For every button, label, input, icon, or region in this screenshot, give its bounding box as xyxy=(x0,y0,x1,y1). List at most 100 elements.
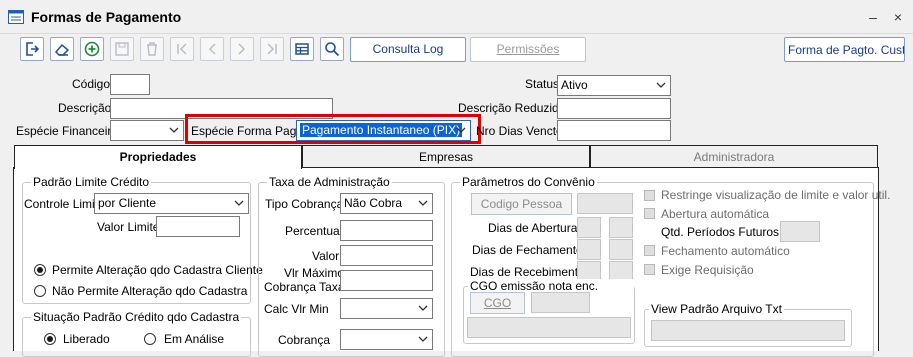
dias-fechamento-field-1 xyxy=(577,239,601,260)
abertura-automatica-checkbox[interactable] xyxy=(644,208,655,219)
abertura-automatica-label: Abertura automática xyxy=(661,207,770,221)
view-padrao-title: View Padrão Arquivo Txt xyxy=(649,302,784,316)
chevron-down-icon xyxy=(418,200,428,206)
cgo-button[interactable]: CGO xyxy=(470,292,525,314)
permite-alteracao-label: Permite Alteração qdo Cadastra Cliente xyxy=(52,263,263,277)
grid-icon xyxy=(295,43,309,55)
tab-administradora[interactable]: Administradora xyxy=(590,145,878,168)
codigo-pessoa-field xyxy=(577,193,633,214)
restringe-label: Restringe visualização de limite e valor… xyxy=(661,188,891,202)
descricao-reduzida-label: Descrição Reduzida xyxy=(458,101,566,115)
tab-propriedades[interactable]: Propriedades xyxy=(14,145,302,169)
valor-label: Valor xyxy=(312,249,340,263)
especie-forma-pagto-select[interactable]: Pagamento Instantaneo (PIX) xyxy=(296,120,471,141)
valor-input[interactable] xyxy=(340,245,433,266)
status-select[interactable]: Ativo xyxy=(557,75,671,96)
exit-icon xyxy=(26,42,40,56)
toolbar: Consulta Log Permissões Forma de Pagto. … xyxy=(13,34,905,66)
save-button[interactable] xyxy=(110,37,134,61)
valor-limite-input[interactable] xyxy=(156,216,240,237)
liberado-label: Liberado xyxy=(63,332,110,346)
delete-button[interactable] xyxy=(140,37,164,61)
cobranca-select[interactable] xyxy=(340,329,433,350)
first-icon xyxy=(177,43,187,55)
title-bar: Formas de Pagamento – × xyxy=(0,0,913,34)
percentual-label: Percentual xyxy=(285,224,343,238)
restringe-checkbox[interactable] xyxy=(644,190,655,201)
tipo-cobranca-value: Não Cobra xyxy=(344,196,403,210)
codigo-input[interactable] xyxy=(110,74,150,95)
previous-record-button[interactable] xyxy=(200,37,224,61)
tab-control: Propriedades Empresas Administradora Pad… xyxy=(13,145,890,357)
grid-view-button[interactable] xyxy=(290,37,314,61)
especie-financeira-label: Espécie Financeira xyxy=(16,124,119,138)
view-padrao-field xyxy=(651,320,845,341)
chevron-down-icon xyxy=(169,127,179,133)
permissoes-button[interactable]: Permissões xyxy=(470,37,586,62)
forma-pagto-custom-button[interactable]: Forma de Pagto. Custom xyxy=(784,37,905,62)
dias-recebimento-label: Dias de Recebimento xyxy=(470,265,585,279)
controle-limite-label: Controle Limite xyxy=(24,197,105,211)
cgo-button-label: CGO xyxy=(483,296,512,310)
minimize-button[interactable]: – xyxy=(862,6,884,28)
especie-forma-pagto-label: Espécie Forma Pagto xyxy=(191,124,307,138)
codigo-label: Código xyxy=(72,77,111,91)
radio-permite-alteracao[interactable] xyxy=(34,264,46,276)
clear-button[interactable] xyxy=(50,37,74,61)
first-record-button[interactable] xyxy=(170,37,194,61)
delete-icon xyxy=(147,42,157,56)
radio-liberado[interactable] xyxy=(44,333,56,345)
exit-button[interactable] xyxy=(20,37,44,61)
calc-vlr-min-select[interactable] xyxy=(340,298,433,319)
radio-nao-permite-alteracao[interactable] xyxy=(34,285,46,297)
qtd-periodos-field xyxy=(780,221,820,242)
window-title: Formas de Pagamento xyxy=(31,9,182,25)
dias-fechamento-field-2 xyxy=(609,239,633,260)
descricao-label: Descrição xyxy=(58,101,112,115)
save-icon xyxy=(115,42,129,56)
tab-empresas[interactable]: Empresas xyxy=(302,145,590,168)
descricao-reduzida-input[interactable] xyxy=(557,98,671,119)
percentual-input[interactable] xyxy=(340,220,433,241)
situacao-title: Situação Padrão Crédito qdo Cadastra xyxy=(31,310,242,324)
cgo-description-field xyxy=(467,317,631,338)
status-label: Status xyxy=(525,77,560,91)
permissoes-label: Permissões xyxy=(496,42,560,56)
vlr-maximo-label-line1: Vlr Máximo xyxy=(284,266,345,280)
especie-forma-pagto-value: Pagamento Instantaneo (PIX) xyxy=(298,122,464,138)
controle-limite-value: por Cliente xyxy=(98,196,157,210)
add-button[interactable] xyxy=(80,37,104,61)
dias-abertura-field-2 xyxy=(609,217,633,238)
chevron-down-icon xyxy=(234,200,244,206)
convenio-title: Parâmetros do Convênio xyxy=(460,175,597,189)
tipo-cobranca-select[interactable]: Não Cobra xyxy=(340,193,433,214)
close-button[interactable]: × xyxy=(887,6,909,28)
next-record-button[interactable] xyxy=(230,37,254,61)
radio-em-analise[interactable] xyxy=(144,333,156,345)
chevron-down-icon xyxy=(656,82,666,88)
search-button[interactable] xyxy=(320,37,344,61)
cobranca-taxa-label: Cobrança Taxa xyxy=(264,280,345,294)
eraser-icon xyxy=(54,43,70,56)
codigo-pessoa-button[interactable]: Codigo Pessoa xyxy=(471,193,572,215)
last-record-button[interactable] xyxy=(260,37,284,61)
cobranca-label: Cobrança xyxy=(278,333,331,347)
add-icon xyxy=(84,41,100,57)
valor-limite-label: Valor Limite xyxy=(97,220,160,234)
vlr-maximo-input[interactable] xyxy=(340,270,433,291)
fechamento-automatico-checkbox[interactable] xyxy=(644,245,655,256)
padrao-limite-title: Padrão Limite Crédito xyxy=(31,175,152,189)
status-value: Ativo xyxy=(561,78,588,92)
especie-financeira-select[interactable] xyxy=(110,120,184,141)
nro-dias-vencto-input[interactable] xyxy=(557,120,671,141)
chevron-down-icon xyxy=(456,127,466,133)
nro-dias-vencto-label: Nro Dias Vencto xyxy=(476,124,563,138)
search-icon xyxy=(325,42,340,57)
controle-limite-select[interactable]: por Cliente xyxy=(94,193,249,214)
exige-requisicao-checkbox[interactable] xyxy=(644,264,655,275)
tab-panel-propriedades: Padrão Limite Crédito Controle Limite po… xyxy=(13,167,890,357)
tipo-cobranca-label: Tipo Cobrança xyxy=(265,197,344,211)
nao-permite-alteracao-label: Não Permite Alteração qdo Cadastra xyxy=(52,284,248,298)
taxa-title: Taxa de Administração xyxy=(267,175,392,189)
consulta-log-button[interactable]: Consulta Log xyxy=(350,37,466,62)
